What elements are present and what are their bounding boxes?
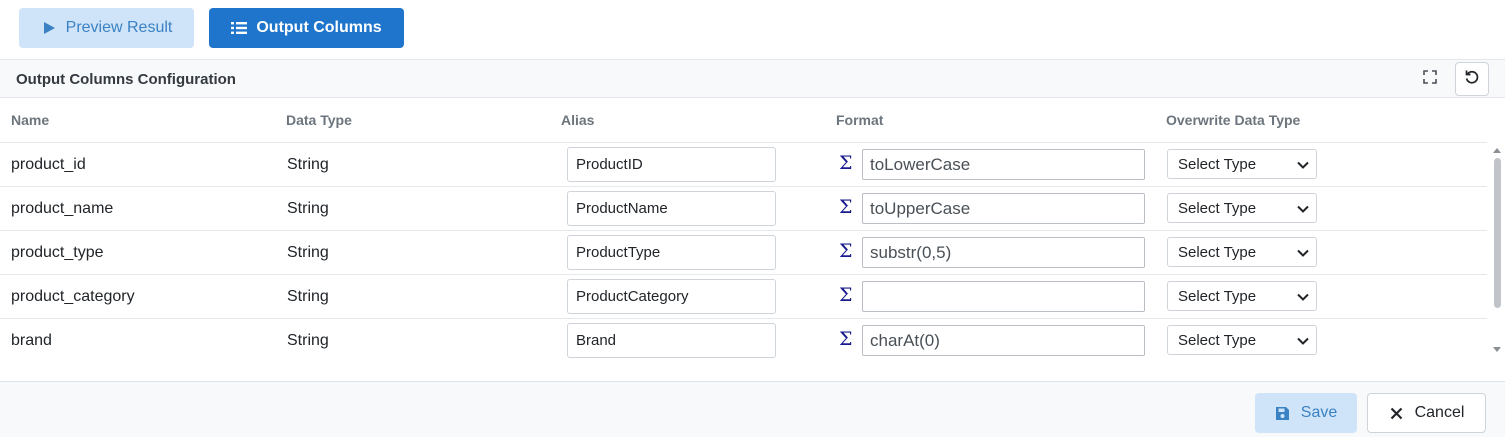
column-name: product_type	[11, 244, 104, 261]
sigma-icon[interactable]: Σ	[839, 328, 852, 350]
panel-header: Output Columns Configuration	[0, 60, 1505, 98]
column-header-name: Name	[11, 112, 50, 128]
column-name: brand	[11, 332, 52, 349]
select-value: Select Type	[1178, 155, 1257, 173]
floppy-disk-icon	[1275, 405, 1291, 421]
alias-input[interactable]	[567, 235, 776, 270]
table-row: product_id String Σ Select Type	[0, 142, 1487, 186]
select-value: Select Type	[1178, 287, 1257, 305]
format-input[interactable]	[862, 325, 1145, 356]
select-value: Select Type	[1178, 199, 1257, 217]
table-row: brand String Σ Select Type	[0, 318, 1487, 362]
select-value: Select Type	[1178, 243, 1257, 261]
column-data-type: String	[287, 244, 329, 261]
preview-result-button[interactable]: Preview Result	[19, 8, 194, 48]
cancel-label: Cancel	[1414, 404, 1465, 421]
sigma-icon[interactable]: Σ	[839, 240, 852, 262]
alias-input[interactable]	[567, 147, 776, 182]
column-header-overwrite-data-type: Overwrite Data Type	[1166, 112, 1301, 128]
chevron-down-icon	[1296, 202, 1310, 216]
table-row: product_category String Σ Select Type	[0, 274, 1487, 318]
output-columns-button[interactable]: Output Columns	[209, 8, 404, 48]
select-value: Select Type	[1178, 331, 1257, 349]
chevron-down-icon	[1296, 290, 1310, 304]
sigma-icon[interactable]: Σ	[839, 152, 852, 174]
expand-icon	[1423, 69, 1437, 89]
scrollbar-thumb[interactable]	[1494, 158, 1501, 308]
format-input[interactable]	[862, 193, 1145, 224]
column-name: product_name	[11, 200, 114, 217]
alias-input[interactable]	[567, 191, 776, 226]
overwrite-type-select[interactable]: Select Type	[1167, 193, 1317, 223]
save-label: Save	[1300, 404, 1338, 421]
play-icon	[41, 20, 57, 36]
footer-bar: Save Cancel	[0, 382, 1505, 437]
output-columns-panel: Output Columns Configuration Name Data T…	[0, 59, 1505, 382]
chevron-down-icon	[1296, 334, 1310, 348]
overwrite-type-select[interactable]: Select Type	[1167, 325, 1317, 355]
list-icon	[231, 20, 248, 36]
table-row: product_type String Σ Select Type	[0, 230, 1487, 274]
scroll-up-arrow-icon[interactable]	[1493, 148, 1501, 153]
table-row: product_name String Σ Select Type	[0, 186, 1487, 230]
overwrite-type-select[interactable]: Select Type	[1167, 149, 1317, 179]
column-data-type: String	[287, 332, 329, 349]
cancel-button[interactable]: Cancel	[1367, 393, 1486, 433]
chevron-down-icon	[1296, 158, 1310, 172]
sigma-icon[interactable]: Σ	[839, 284, 852, 306]
chevron-down-icon	[1296, 246, 1310, 260]
column-header-format: Format	[836, 112, 884, 128]
column-name: product_id	[11, 156, 86, 173]
sigma-icon[interactable]: Σ	[839, 196, 852, 218]
top-toolbar: Preview Result Output Columns	[0, 0, 1505, 58]
format-input[interactable]	[862, 149, 1145, 180]
column-data-type: String	[287, 200, 329, 217]
table-scrollbar[interactable]	[1490, 148, 1505, 360]
expand-button[interactable]	[1419, 68, 1441, 90]
output-columns-label: Output Columns	[256, 19, 382, 36]
column-name: product_category	[11, 288, 135, 305]
preview-result-label: Preview Result	[65, 19, 173, 36]
panel-title: Output Columns Configuration	[16, 71, 236, 88]
reset-icon	[1464, 69, 1480, 90]
reset-button[interactable]	[1455, 62, 1489, 96]
column-header-data-type: Data Type	[286, 112, 352, 128]
overwrite-type-select[interactable]: Select Type	[1167, 281, 1317, 311]
scroll-down-arrow-icon[interactable]	[1493, 347, 1501, 352]
format-input[interactable]	[862, 281, 1145, 312]
alias-input[interactable]	[567, 323, 776, 358]
column-data-type: String	[287, 288, 329, 305]
overwrite-type-select[interactable]: Select Type	[1167, 237, 1317, 267]
format-input[interactable]	[862, 237, 1145, 268]
column-header-alias: Alias	[561, 112, 595, 128]
close-icon	[1389, 405, 1405, 421]
save-button[interactable]: Save	[1255, 393, 1357, 433]
column-data-type: String	[287, 156, 329, 173]
alias-input[interactable]	[567, 279, 776, 314]
